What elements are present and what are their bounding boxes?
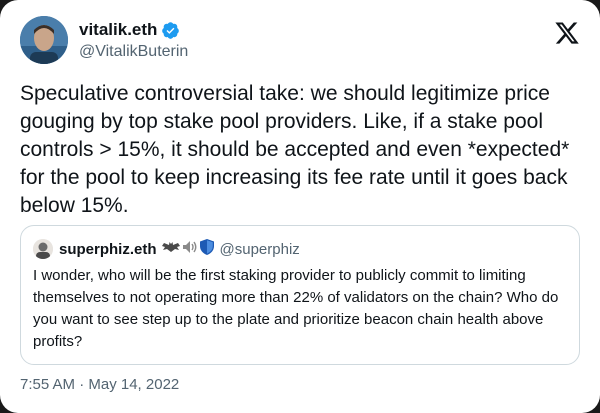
- shield-icon: [199, 238, 214, 260]
- tweet-text: Speculative controversial take: we shoul…: [20, 82, 576, 217]
- quoted-author-avatar: [33, 239, 53, 259]
- quoted-author-display-name: superphiz.eth: [59, 240, 157, 258]
- x-logo-icon[interactable]: [554, 20, 580, 46]
- tweet-header: vitalik.eth @VitalikButerin: [20, 16, 580, 66]
- author-handle[interactable]: @VitalikButerin: [79, 43, 188, 61]
- quoted-tweet-text: I wonder, who will be the first staking …: [33, 267, 559, 350]
- tweet-card: vitalik.eth @VitalikButerin Speculative …: [0, 0, 600, 413]
- quoted-name-emoji: [161, 238, 214, 260]
- author-avatar[interactable]: [20, 16, 68, 64]
- verified-badge-icon: [161, 21, 180, 40]
- author-name-row: vitalik.eth: [79, 20, 180, 40]
- speaker-icon: [182, 240, 198, 259]
- tweet-timestamp[interactable]: 7:55 AM · May 14, 2022: [20, 376, 179, 393]
- quoted-tweet[interactable]: superphiz.eth @superphiz I wonder, who w…: [20, 225, 580, 365]
- quoted-tweet-header: superphiz.eth @superphiz: [33, 238, 300, 260]
- bat-icon: [161, 240, 180, 259]
- author-display-name[interactable]: vitalik.eth: [79, 20, 157, 40]
- quoted-author-handle: @superphiz: [219, 240, 300, 258]
